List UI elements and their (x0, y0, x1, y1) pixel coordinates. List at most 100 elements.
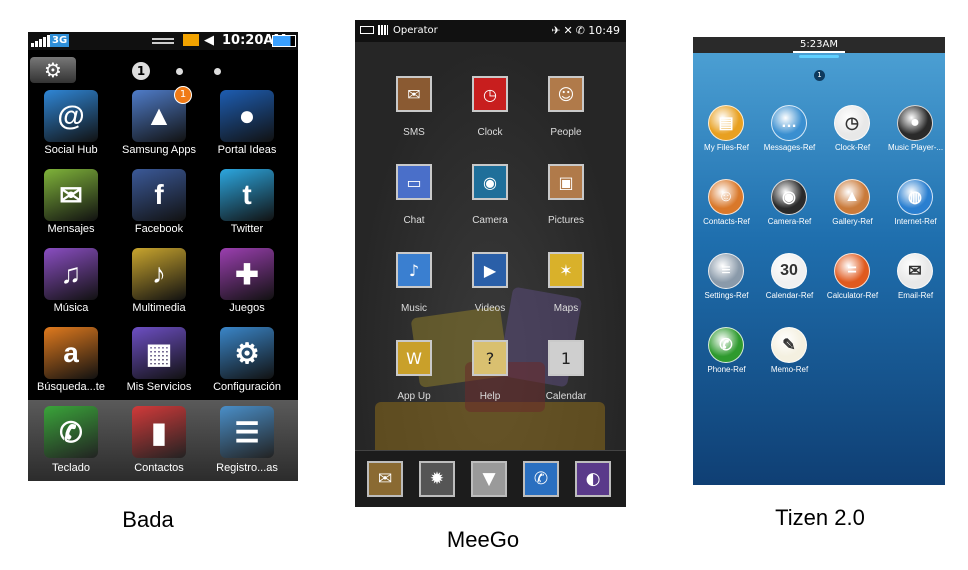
app-label: Samsung Apps (122, 144, 196, 156)
battery-icon (272, 35, 296, 47)
calculator-icon: = (834, 253, 870, 289)
app-tile[interactable]: a Búsqueda...te (28, 327, 114, 405)
status-bar: Operator ✈✕✆ 10:49 (355, 20, 626, 42)
app-tile[interactable]: f Facebook (116, 169, 202, 247)
app-tile[interactable]: ♪ Multimedia (116, 248, 202, 326)
app-label: Memo-Ref (770, 365, 809, 374)
app-tile[interactable]: ▲ Gallery-Ref (821, 179, 884, 249)
app-tile[interactable]: 30 Calendar-Ref (758, 253, 821, 323)
dock-item[interactable]: ☰ Registro...as (204, 406, 290, 481)
app-tile[interactable]: … Messages-Ref (758, 105, 821, 175)
caption-bada: Bada (122, 507, 174, 532)
app-tile[interactable]: ▶ Videos (452, 252, 528, 332)
phone-icon[interactable]: ✆ (523, 461, 559, 497)
app-tile[interactable]: ♫ Música (28, 248, 114, 326)
multimedia-icon: ♪ (132, 248, 186, 300)
maps-icon: ✶ (548, 252, 584, 288)
app-tile[interactable]: ✉ SMS (376, 76, 452, 156)
app-tile[interactable]: = Calculator-Ref (821, 253, 884, 323)
dock-item[interactable]: ▮ Contactos (116, 406, 202, 481)
app-label: Maps (553, 303, 579, 314)
status-divider (793, 51, 845, 53)
app-tile[interactable]: ☺ People (528, 76, 604, 156)
app-tile[interactable]: ▭ Chat (376, 164, 452, 244)
tizen-homescreen: 5:23AM 1 ▤ My Files-Ref … Messages-Ref ◷ Cloc… (693, 37, 945, 485)
app-label: Configuración (213, 381, 281, 393)
app-tile[interactable]: ✚ Juegos (204, 248, 290, 326)
dock-item[interactable]: ✆ Teclado (28, 406, 114, 481)
app-tile[interactable]: ▦ Mis Servicios (116, 327, 202, 405)
app-label: Contactos (134, 462, 184, 474)
chat-icon: ▭ (396, 164, 432, 200)
gear-icon[interactable]: ⚙ (30, 57, 76, 83)
app-tile[interactable]: ✉ Email-Ref (884, 253, 945, 323)
mail-icon[interactable]: ✉ (367, 461, 403, 497)
games-icon: ✚ (220, 248, 274, 300)
clock: 5:23AM (800, 39, 838, 50)
app-label: Chat (403, 215, 425, 226)
web-browser-icon[interactable]: ✹ (419, 461, 455, 497)
app-label: Registro...as (216, 462, 278, 474)
app-tile[interactable]: ▤ My Files-Ref (695, 105, 758, 175)
app-tile[interactable]: ⚙ Configuración (204, 327, 290, 405)
speaker-icon: ◀ (204, 33, 214, 48)
app-label: Pictures (547, 215, 585, 226)
phone-icon: ✆ (44, 406, 98, 458)
app-tile[interactable]: ▣ Pictures (528, 164, 604, 244)
app-label: Settings-Ref (704, 291, 749, 300)
app-label: Juegos (229, 302, 265, 314)
app-label: Videos (474, 303, 506, 314)
page-dot[interactable] (214, 68, 221, 75)
dock: ✉ ✹ ▼ ✆ ◐ (355, 450, 626, 507)
music-icon: ♫ (44, 248, 98, 300)
page-indicator[interactable]: 1 (814, 70, 825, 81)
app-label: My Files-Ref (704, 143, 749, 152)
page-indicator: 1 (132, 62, 232, 80)
app-tile[interactable]: ◷ Clock-Ref (821, 105, 884, 175)
messages-icon: … (771, 105, 807, 141)
messages-icon: ✉ (44, 169, 98, 221)
notification-handle-icon[interactable] (152, 38, 174, 44)
world-clock-icon[interactable]: ◐ (575, 461, 611, 497)
app-tile[interactable]: ● Music Player-... (884, 105, 945, 175)
app-tile[interactable]: ▲ 1 Samsung Apps (116, 86, 202, 168)
app-tile[interactable]: @ Social Hub (28, 90, 114, 168)
notification-badge: 1 (174, 86, 192, 104)
app-tile[interactable]: ✆ Phone-Ref (695, 327, 758, 397)
app-tile[interactable]: ◉ Camera (452, 164, 528, 244)
app-tile[interactable]: ● Portal Ideas (204, 90, 290, 168)
app-tile[interactable]: ☺ Contacts-Ref (695, 179, 758, 249)
app-tile[interactable]: ✎ Memo-Ref (758, 327, 821, 397)
contacts-icon: ☺ (708, 179, 744, 215)
page-indicator-current[interactable]: 1 (132, 62, 150, 80)
app-label: Camera-Ref (767, 217, 812, 226)
app-tile[interactable]: ✶ Maps (528, 252, 604, 332)
app-tile[interactable]: ? Help (452, 340, 528, 420)
sms-icon: ✉ (396, 76, 432, 112)
app-label: Calculator-Ref (826, 291, 879, 300)
app-label: Camera (472, 215, 508, 226)
app-label: Mensajes (47, 223, 95, 235)
app-tile[interactable]: ◷ Clock (452, 76, 528, 156)
app-tile[interactable]: t Twitter (204, 169, 290, 247)
app-label: Multimedia (132, 302, 186, 314)
app-label: People (550, 127, 582, 138)
people-icon: ☺ (548, 76, 584, 112)
app-label: Help (479, 391, 501, 402)
downloads-icon[interactable]: ▼ (471, 461, 507, 497)
status-bar: 3G ◀ 10:20AM (28, 32, 298, 50)
app-tile[interactable]: W App Up (376, 340, 452, 420)
bada-homescreen: 3G ◀ 10:20AM ⚙ 1 @ Social Hub ▲ 1 Samsung Ap… (28, 32, 298, 481)
signal-strength-icon (378, 25, 388, 35)
app-label: Gallery-Ref (832, 217, 873, 226)
page-dot[interactable] (176, 68, 183, 75)
app-tile[interactable]: ✉ Mensajes (28, 169, 114, 247)
app-tile[interactable]: 1 Calendar (528, 340, 604, 420)
phone-icon: ✆ (708, 327, 744, 363)
app-tile[interactable]: ♪ Music (376, 252, 452, 332)
settings-icon: ⚙ (220, 327, 274, 379)
app-tile[interactable]: ≡ Settings-Ref (695, 253, 758, 323)
clock: 10:49 (588, 24, 620, 37)
app-tile[interactable]: ◍ Internet-Ref (884, 179, 945, 249)
app-tile[interactable]: ◉ Camera-Ref (758, 179, 821, 249)
